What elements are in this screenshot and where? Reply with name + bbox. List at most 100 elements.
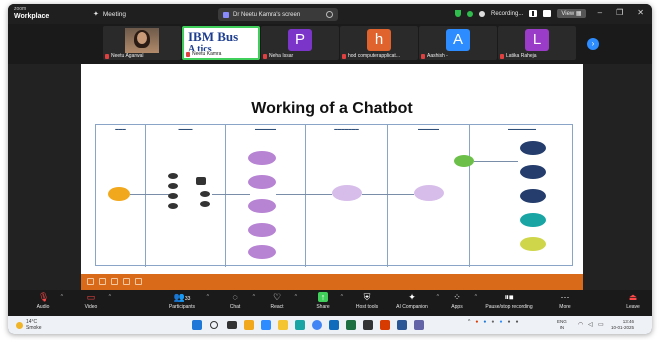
weather-icon <box>16 321 23 329</box>
close-icon[interactable]: ✕ <box>637 8 644 17</box>
view-button[interactable]: View ▦ <box>557 9 586 18</box>
widgets-icon[interactable] <box>244 320 254 330</box>
shared-screen: Working of a Chatbot ▬▬▬ ▬▬▬▬ ▬▬▬▬▬▬ ▬▬▬… <box>8 64 652 326</box>
react-button[interactable]: ♡ ^ React <box>264 292 297 310</box>
status-area: Recording... View ▦ <box>455 9 586 18</box>
clock[interactable]: 13:46 10-01-2025 <box>611 319 634 330</box>
ai-companion-button[interactable]: ✦ ^ AI Companion <box>392 292 439 310</box>
host-tools-button[interactable]: ⛨ Host tools <box>350 292 384 310</box>
brand-top: zoom <box>14 6 27 12</box>
powerpoint-icon[interactable] <box>380 320 390 330</box>
screen-share-indicator[interactable]: Dr Neetu Kamra's screen <box>218 8 338 21</box>
volume-icon[interactable]: ◁ <box>588 321 593 328</box>
pause-recording-icon[interactable] <box>529 10 538 17</box>
window-controls: – ❐ ✕ <box>598 8 644 17</box>
search-icon[interactable] <box>210 321 218 329</box>
participant-tile-hod[interactable]: h hod computerapplicat... <box>340 26 418 60</box>
meeting-menu[interactable]: ✦ Meeting <box>93 10 126 19</box>
file-explorer-icon[interactable] <box>278 320 288 330</box>
participant-photo <box>125 28 159 53</box>
avatar: A <box>446 29 470 51</box>
participant-name: Neha Issar <box>269 53 294 59</box>
tray-overflow-icon[interactable]: ^ <box>468 319 470 325</box>
app-icon[interactable] <box>363 320 373 330</box>
task-view-icon[interactable] <box>227 321 237 329</box>
word-icon[interactable] <box>397 320 407 330</box>
tray-app-icon[interactable]: ● <box>507 319 510 325</box>
participant-tile-neetu-agarwal[interactable]: Neetu Agarwal <box>103 26 181 60</box>
leave-icon: ⏏ <box>628 292 638 302</box>
participants-button[interactable]: 👥33 ^ Participants <box>162 292 209 310</box>
ai-companion-icon: ✦ <box>408 292 416 302</box>
output-node <box>520 189 546 203</box>
participant-name: Neetu Kamra <box>192 51 222 57</box>
recording-label: Recording... <box>491 10 524 17</box>
zoom-app-icon[interactable] <box>261 320 271 330</box>
weather-condition: Smoke <box>26 325 42 331</box>
participant-tile-latika-raheja[interactable]: L Latika Raheja <box>498 26 576 60</box>
excel-icon[interactable] <box>346 320 356 330</box>
more-button[interactable]: ⋯ More <box>552 292 578 310</box>
edge-icon[interactable] <box>295 320 305 330</box>
system-tray: ^ ● ● ● ● ● ● <box>468 319 519 325</box>
tray-app-icon[interactable]: ● <box>516 319 519 325</box>
avatar: L <box>525 29 549 51</box>
connection-status-icon[interactable] <box>467 10 473 17</box>
participant-tile-neetu-kamra[interactable]: IBM Bus A tics Neetu Kamra <box>182 26 260 60</box>
slide-pen-icon[interactable] <box>111 278 118 285</box>
wifi-icon[interactable]: ◠ <box>578 321 583 328</box>
participant-tile-neha-issar[interactable]: P Neha Issar <box>261 26 339 60</box>
slide-grid-icon[interactable] <box>123 278 130 285</box>
participant-name: Latika Raheja <box>506 53 537 59</box>
teams-icon[interactable] <box>414 320 424 330</box>
process-node <box>248 151 276 165</box>
output-node <box>520 237 546 251</box>
tray-app-icon[interactable]: ● <box>475 319 478 325</box>
share-options-icon[interactable] <box>326 11 333 18</box>
weather-widget[interactable]: 14°C Smoke <box>16 319 42 331</box>
tray-app-icon[interactable]: ● <box>499 319 502 325</box>
chat-button[interactable]: ◌ ^ Chat <box>222 292 255 310</box>
meeting-toolbar: 🎙 ^ Audio ▭ ^ Video 👥33 ^ Participants ◌ ^ C… <box>8 290 652 316</box>
slide-prev-icon[interactable] <box>87 278 94 285</box>
meeting-label: Meeting <box>102 10 126 18</box>
share-button[interactable]: ↑ ^ Share <box>310 292 343 310</box>
avatar: h <box>367 29 391 51</box>
more-icon: ⋯ <box>560 292 570 302</box>
audio-button[interactable]: 🎙 ^ Audio <box>30 292 63 310</box>
diagram-lane: ▬▬▬▬ <box>146 125 226 267</box>
outlook-icon[interactable] <box>329 320 339 330</box>
slide-control-bar <box>81 274 583 290</box>
video-button[interactable]: ▭ ^ Video <box>78 292 111 310</box>
slide-zoom-icon[interactable] <box>135 278 142 285</box>
start-icon[interactable] <box>192 320 202 330</box>
participants-icon: 👥33 <box>173 292 191 302</box>
output-node <box>520 141 546 155</box>
share-label: Dr Neetu Kamra's screen <box>233 11 301 18</box>
stop-recording-icon[interactable] <box>543 10 552 17</box>
language-indicator[interactable]: ENG IN <box>557 319 567 330</box>
chrome-icon[interactable] <box>312 320 322 330</box>
recording-icon <box>479 10 485 17</box>
apps-button[interactable]: ⁘ ^ Apps <box>444 292 477 310</box>
share-icon: ↑ <box>318 292 328 302</box>
tray-app-icon[interactable]: ● <box>483 319 486 325</box>
minimize-icon[interactable]: – <box>598 8 602 17</box>
participant-gallery: Neetu Agarwal IBM Bus A tics Neetu Kamra … <box>8 24 652 64</box>
battery-icon[interactable]: ▭ <box>598 321 604 328</box>
maximize-icon[interactable]: ❐ <box>616 8 623 17</box>
leave-button[interactable]: ⏏ Leave <box>620 292 646 310</box>
next-page-icon[interactable]: › <box>587 38 599 50</box>
react-icon: ♡ <box>272 292 282 302</box>
process-node <box>248 223 276 237</box>
participant-tile-aashish[interactable]: A Aashish - <box>419 26 497 60</box>
security-shield-icon[interactable] <box>455 10 461 17</box>
pause-stop-recording-button[interactable]: ⏸⏹ Pause/stop recording <box>480 292 538 310</box>
date: 10-01-2025 <box>611 324 635 330</box>
tray-app-icon[interactable]: ● <box>491 319 494 325</box>
mic-muted-icon <box>342 53 346 59</box>
avatar: P <box>288 29 312 51</box>
mic-off-icon: 🎙 <box>38 292 50 302</box>
video-off-icon: ▭ <box>86 292 96 302</box>
slide-next-icon[interactable] <box>99 278 106 285</box>
